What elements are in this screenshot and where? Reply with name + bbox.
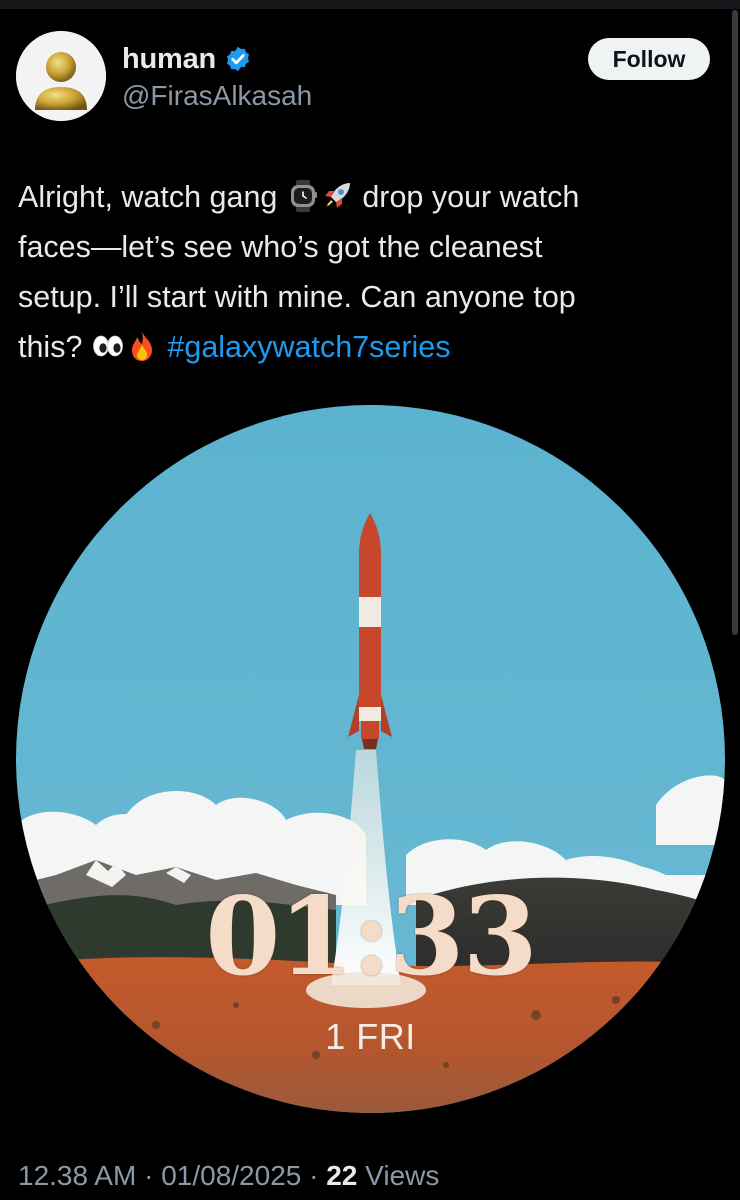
tweet-line-2: faces—let’s see who’s got the cleanest <box>18 230 543 264</box>
watch-face-illustration <box>16 405 725 1113</box>
verified-badge-icon <box>226 46 250 72</box>
tweet-text-segment: Alright, watch gang <box>18 180 286 214</box>
tweet-text-segment: this? <box>18 330 91 364</box>
author-name-row[interactable]: human <box>122 42 252 76</box>
eyes-emoji-icon <box>93 335 123 357</box>
tweet-media-watch-face[interactable]: 01:33 1 FRI <box>16 405 725 1113</box>
views-count[interactable]: 22 <box>326 1160 357 1191</box>
tweet-line-4: this? #galaxywatch7series <box>18 322 708 372</box>
tweet-text: Alright, watch gang drop your watch face… <box>18 172 708 372</box>
rocket-emoji-icon <box>324 183 350 208</box>
fire-emoji-icon <box>131 331 152 361</box>
follow-button[interactable]: Follow <box>588 38 710 80</box>
tweet-date[interactable]: 01/08/2025 <box>161 1160 301 1191</box>
scrollbar[interactable] <box>732 10 738 635</box>
avatar[interactable] <box>16 31 106 121</box>
author-handle[interactable]: @FirasAlkasah <box>122 80 312 112</box>
top-edge-strip <box>0 0 740 9</box>
watch-face-time: 01:33 <box>205 874 537 1000</box>
tweet-text-segment: drop your watch <box>353 180 580 214</box>
views-label: Views <box>365 1160 440 1191</box>
meta-separator: · <box>144 1160 154 1191</box>
watch-emoji-icon <box>290 180 317 212</box>
tweet-line-1: Alright, watch gang drop your watch <box>18 172 708 222</box>
author-display-name[interactable]: human <box>122 43 216 76</box>
tweet-time[interactable]: 12.38 AM <box>18 1160 136 1191</box>
watch-face-date: 1 FRI <box>325 1016 416 1057</box>
tweet-meta: 12.38 AM · 01/08/2025 · 22 Views <box>18 1160 439 1192</box>
meta-separator: · <box>309 1160 319 1191</box>
hashtag-link[interactable]: #galaxywatch7series <box>167 330 450 364</box>
tweet-line-3: setup. I’ll start with mine. Can anyone … <box>18 280 576 314</box>
